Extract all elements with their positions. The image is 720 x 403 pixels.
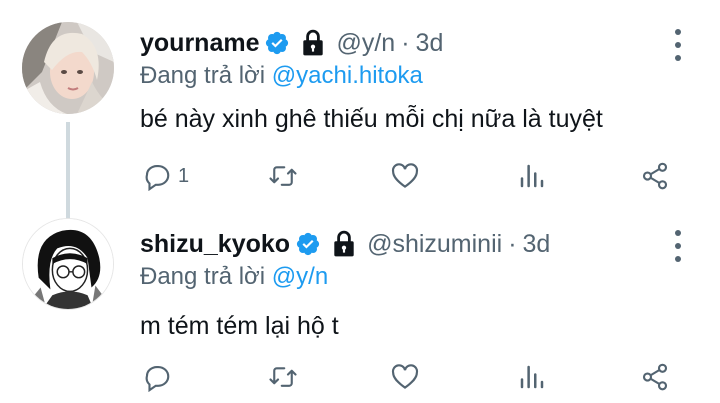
avatar-photo: [23, 219, 113, 309]
analytics-button[interactable]: [517, 359, 547, 395]
avatar[interactable]: [22, 22, 114, 114]
replying-to: Đang trả lời @yachi.hitoka: [140, 62, 423, 90]
display-name[interactable]: yourname: [140, 29, 259, 58]
analytics-button[interactable]: [517, 158, 547, 194]
share-button[interactable]: [640, 158, 670, 194]
avatar[interactable]: [22, 218, 114, 310]
timestamp[interactable]: 3d: [416, 29, 444, 58]
handle[interactable]: @shizuminii: [367, 230, 502, 259]
tweet-header: shizu_kyoko @shizuminii · 3d: [140, 227, 550, 261]
lock-icon: [303, 29, 324, 56]
tweet-header: yourname @y/n · 3d: [140, 26, 443, 60]
tweet-actions: 1: [0, 158, 720, 194]
retweet-button[interactable]: [268, 158, 304, 194]
more-vertical-icon[interactable]: [670, 230, 686, 262]
share-icon: [642, 363, 668, 391]
like-button[interactable]: [390, 359, 426, 395]
reply-count: 1: [178, 164, 190, 187]
tweet-text: bé này xinh ghê thiếu mỗi chị nữa là tuy…: [140, 105, 603, 133]
tweet-actions: [0, 359, 720, 395]
separator: ·: [401, 28, 410, 57]
replying-to-label: Đang trả lời: [140, 263, 266, 290]
reply-button[interactable]: 1: [142, 158, 189, 194]
heart-icon: [391, 364, 419, 389]
display-name[interactable]: shizu_kyoko: [140, 230, 290, 259]
retweet-button[interactable]: [268, 359, 304, 395]
share-button[interactable]: [640, 359, 670, 395]
avatar-photo: [22, 22, 114, 114]
reply-icon: [145, 365, 170, 392]
tweet[interactable]: yourname @y/n · 3d Đang trả lời @yachi.h…: [0, 0, 720, 222]
verified-badge-icon: [296, 232, 320, 256]
tweet[interactable]: shizu_kyoko @shizuminii · 3d Đang trả lờ…: [0, 200, 720, 403]
heart-icon: [391, 163, 419, 188]
retweet-icon: [269, 367, 297, 387]
retweet-icon: [269, 166, 297, 186]
handle[interactable]: @y/n: [336, 29, 395, 58]
replying-to-mention[interactable]: @yachi.hitoka: [272, 62, 423, 89]
analytics-icon: [520, 365, 544, 389]
replying-to-label: Đang trả lời: [140, 62, 266, 89]
analytics-icon: [520, 164, 544, 188]
lock-icon: [334, 230, 354, 257]
share-icon: [642, 162, 668, 190]
tweet-text: m tém tém lại hộ t: [140, 312, 339, 340]
verified-badge-icon: [266, 31, 289, 55]
replying-to-mention[interactable]: @y/n: [272, 263, 328, 290]
timestamp[interactable]: 3d: [523, 230, 551, 259]
reply-icon: [145, 164, 170, 191]
separator: ·: [508, 229, 517, 258]
replying-to: Đang trả lời @y/n: [140, 263, 328, 291]
reply-button[interactable]: [142, 359, 178, 395]
more-vertical-icon[interactable]: [670, 29, 686, 61]
like-button[interactable]: [390, 158, 426, 194]
